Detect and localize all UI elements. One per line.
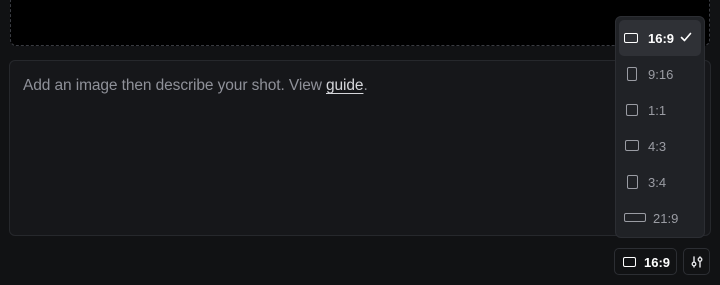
sliders-icon — [691, 256, 703, 268]
wide-rect-icon — [624, 213, 646, 222]
square-icon — [626, 104, 638, 116]
settings-button[interactable] — [683, 248, 710, 275]
aspect-option-21-9[interactable]: 21:9 — [619, 200, 701, 236]
portrait-rect-icon — [627, 175, 638, 189]
aspect-option-label: 1:1 — [648, 102, 667, 118]
aspect-option-label: 3:4 — [648, 174, 667, 190]
aspect-ratio-menu: 16:9 9:16 1:1 4:3 3:4 21:9 — [615, 16, 705, 238]
aspect-option-3-4[interactable]: 3:4 — [619, 164, 701, 200]
guide-link[interactable]: guide — [326, 77, 364, 94]
prompt-textarea[interactable]: Add an image then describe your shot. Vi… — [9, 60, 711, 236]
aspect-option-label: 21:9 — [653, 210, 679, 226]
aspect-option-4-3[interactable]: 4:3 — [619, 128, 701, 164]
landscape-rect-icon — [623, 257, 636, 267]
aspect-ratio-button[interactable]: 16:9 — [614, 248, 677, 275]
prompt-placeholder: Add an image then describe your shot. Vi… — [23, 77, 368, 94]
aspect-option-label: 9:16 — [648, 66, 674, 82]
aspect-option-16-9[interactable]: 16:9 — [619, 20, 701, 56]
aspect-option-label: 4:3 — [648, 138, 667, 154]
aspect-option-9-16[interactable]: 9:16 — [619, 56, 701, 92]
aspect-option-label: 16:9 — [648, 30, 675, 46]
checkmark-icon — [680, 32, 692, 42]
landscape-rect-icon — [624, 33, 638, 43]
landscape-rect-icon — [625, 140, 639, 151]
image-drop-zone[interactable] — [10, 0, 710, 46]
portrait-rect-icon — [627, 67, 637, 81]
aspect-option-1-1[interactable]: 1:1 — [619, 92, 701, 128]
aspect-ratio-button-label: 16:9 — [644, 255, 671, 270]
